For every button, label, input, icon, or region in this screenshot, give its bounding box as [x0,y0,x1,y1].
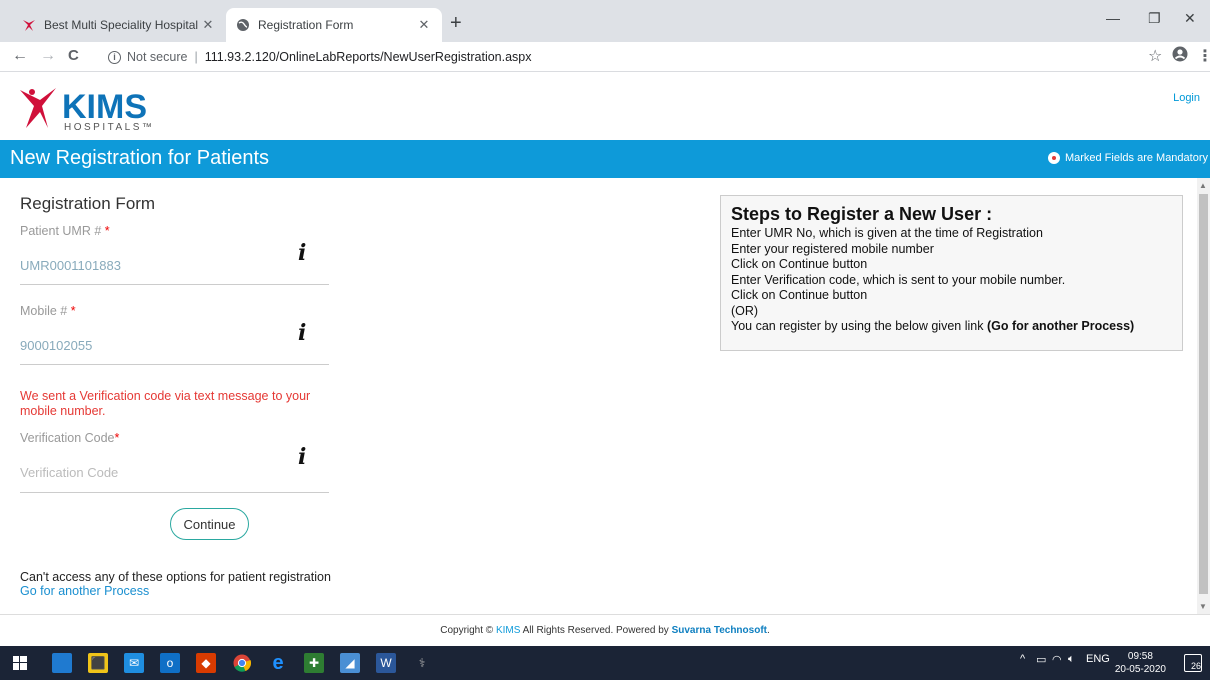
scroll-down-icon[interactable]: ▼ [1199,602,1207,611]
forward-button[interactable]: → [40,46,56,66]
close-tab-icon[interactable]: ✕ [416,17,432,33]
step-line: Enter your registered mobile number [731,241,934,256]
page-scrollbar[interactable]: ▲ ▼ [1197,178,1210,614]
app-icon[interactable]: ◢ [340,653,360,673]
step-line: Click on Continue button [731,288,868,302]
tab-hospital-site[interactable]: Best Multi Speciality Hospital in S ✕ [12,8,226,42]
outlook-icon[interactable]: o [160,653,180,673]
browser-toolbar: ← → C i Not secure | 111.93.2.120/Online… [0,42,1210,72]
page-banner: New Registration for Patients Marked Fie… [0,140,1210,178]
scroll-thumb[interactable] [1199,194,1208,594]
system-clock[interactable]: 09:58 20-05-2020 [1115,650,1166,676]
mandatory-note: Marked Fields are Mandatory [1047,152,1208,164]
mobile-underline [20,364,329,365]
mobile-label: Mobile # * [20,304,76,318]
restore-button[interactable]: ❐ [1148,10,1161,27]
step-line-last: You can register by using the below give… [731,319,1135,333]
app-icon[interactable]: ⚕ [412,653,432,673]
step-line: (OR) [731,303,759,318]
close-window-button[interactable]: ✕ [1184,10,1196,27]
address-bar[interactable]: i Not secure | 111.93.2.120/OnlineLabRep… [108,48,1108,66]
step-line: Click on Continue button [731,257,868,271]
close-tab-icon[interactable]: ✕ [200,17,216,33]
required-marker-icon [1047,152,1060,164]
tab-registration-form[interactable]: Registration Form ✕ [226,8,442,42]
language-indicator[interactable]: ENG [1086,653,1110,665]
footer-kims-link[interactable]: KIMS [496,625,520,636]
minimize-button[interactable]: — [1106,10,1120,26]
steps-title: Steps to Register a New User : [731,204,993,224]
mail-icon[interactable]: ✉ [124,653,144,673]
login-link[interactable]: Login [1173,92,1200,104]
svg-text:KIMS: KIMS [62,88,147,126]
windows-start-icon[interactable] [10,653,30,673]
step-line: Enter UMR No, which is given at the time… [731,226,1043,240]
battery-icon[interactable]: ▭ [1036,653,1046,666]
step-line: Enter Verification code, which is sent t… [731,272,1066,287]
kims-logo[interactable]: KIMS HOSPITALS™ [16,82,186,133]
task-view-icon[interactable] [52,653,72,673]
svg-text:HOSPITALS™: HOSPITALS™ [64,122,154,132]
star-icon[interactable]: ☆ [1148,46,1162,66]
word-icon[interactable]: W [376,653,396,673]
umr-info-icon[interactable]: i [298,240,306,266]
verification-code-input[interactable] [20,465,280,480]
anydesk-icon[interactable]: ◆ [196,653,216,673]
edge-icon[interactable]: e [268,652,288,674]
verification-underline [20,492,329,493]
url-separator: | [194,50,198,64]
access-text: Can't access any of these options for pa… [20,570,331,584]
page-footer: Copyright © KIMS All Rights Reserved. Po… [0,614,1210,646]
chrome-icon[interactable] [232,653,252,673]
store-icon[interactable]: ⬛ [88,653,108,673]
scroll-up-icon[interactable]: ▲ [1199,181,1207,190]
another-process-link[interactable]: Go for another Process [20,584,149,598]
app-icon[interactable]: ✚ [304,653,324,673]
tab-label: Registration Form [258,18,354,32]
kebab-menu-icon[interactable]: ⋮ [1197,46,1210,66]
browser-tab-bar: Best Multi Speciality Hospital in S ✕ Re… [0,0,1210,42]
continue-button[interactable]: Continue [170,508,249,540]
mobile-input[interactable] [20,338,280,353]
steps-panel: Steps to Register a New User : Enter UMR… [720,195,1183,351]
footer-vendor-link[interactable]: Suvarna Technosoft [672,625,767,636]
new-tab-button[interactable]: + [450,13,462,33]
notification-center-icon[interactable]: 26 [1184,654,1202,672]
mobile-info-icon[interactable]: i [298,320,306,346]
kims-favicon-icon [22,18,36,32]
umr-input[interactable] [20,258,280,273]
back-button[interactable]: ← [12,46,28,66]
form-title: Registration Form [20,194,156,213]
alternate-access-text: Can't access any of these options for pa… [20,570,340,598]
site-info-icon[interactable]: i [108,50,121,64]
verification-sent-alert: We sent a Verification code via text mes… [20,389,311,418]
url-text: 111.93.2.120/OnlineLabReports/NewUserReg… [204,50,532,64]
page-title: New Registration for Patients [10,147,270,169]
umr-label: Patient UMR # * [20,224,110,238]
verification-info-icon[interactable]: i [298,444,306,470]
account-icon[interactable] [1172,46,1188,67]
globe-favicon-icon [236,18,250,32]
not-secure-label: Not secure [127,50,188,64]
verification-label: Verification Code* [20,431,120,445]
windows-taskbar: ⬛ ✉ o ◆ e ✚ ◢ W ⚕ ^ ▭ ◠ 🔈︎ ENG 09:58 20-… [0,646,1210,680]
volume-icon[interactable]: 🔈︎ [1068,653,1075,666]
reload-button[interactable]: C [68,46,79,66]
umr-underline [20,284,329,285]
mandatory-note-text: Marked Fields are Mandatory [1064,152,1208,164]
tray-chevron-icon[interactable]: ^ [1020,653,1025,665]
tab-label: Best Multi Speciality Hospital in S [44,18,200,32]
wifi-icon[interactable]: ◠ [1052,653,1062,666]
